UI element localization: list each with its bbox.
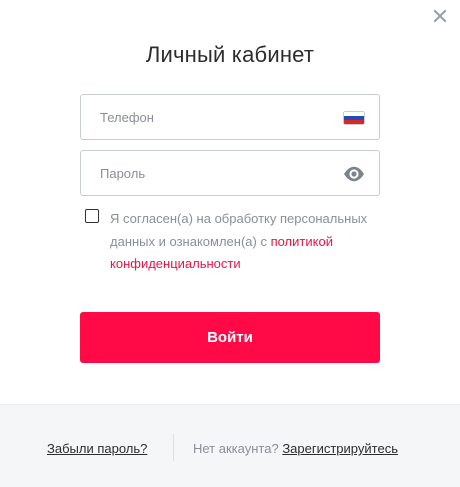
russia-flag-icon [344, 112, 364, 124]
password-field[interactable] [80, 150, 380, 196]
no-account-block: Нет аккаунта? Зарегистрируйтесь [193, 441, 398, 456]
consent-checkbox[interactable] [85, 209, 99, 223]
modal-footer: Забыли пароль? Нет аккаунта? Зарегистрир… [0, 404, 460, 487]
forgot-password-link[interactable]: Забыли пароль? [47, 441, 147, 456]
footer-divider [173, 434, 174, 461]
consent-text: Я согласен(а) на обработку персональных … [110, 208, 400, 276]
phone-input[interactable] [81, 95, 330, 139]
close-icon[interactable] [432, 8, 448, 24]
register-link[interactable]: Зарегистрируйтесь [282, 441, 398, 456]
password-input[interactable] [81, 151, 330, 195]
no-account-text: Нет аккаунта? [193, 441, 279, 456]
login-modal: Личный кабинет Я согласен(а) на обработк… [0, 0, 460, 487]
eye-icon[interactable] [343, 165, 365, 183]
modal-title: Личный кабинет [145, 42, 315, 67]
phone-field[interactable] [80, 94, 380, 140]
login-button[interactable]: Войти [80, 312, 380, 363]
